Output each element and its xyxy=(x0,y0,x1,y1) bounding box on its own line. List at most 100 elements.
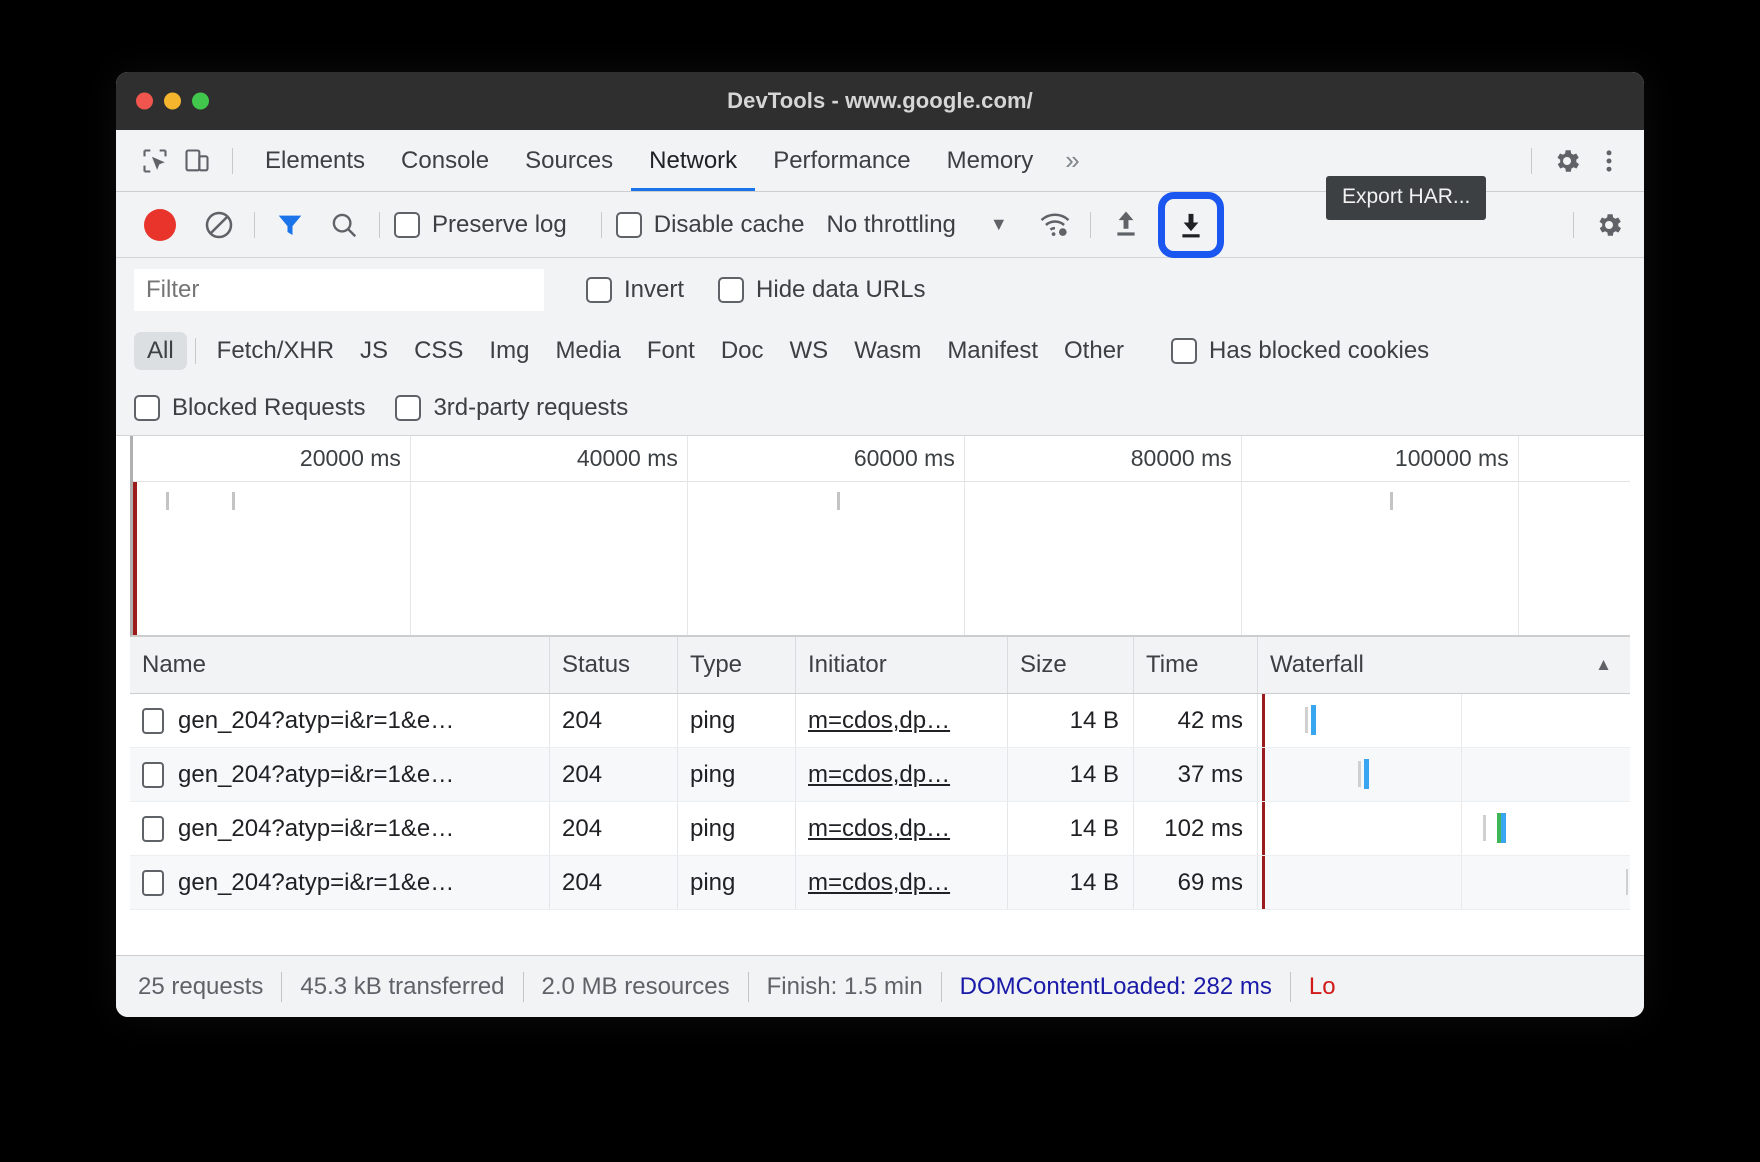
waterfall-stalled-bar xyxy=(1483,815,1487,841)
network-settings-gear-icon[interactable] xyxy=(1588,204,1630,246)
blocked-requests-checkbox[interactable]: Blocked Requests xyxy=(134,394,365,422)
clear-network-log-icon[interactable] xyxy=(198,204,240,246)
column-header-size[interactable]: Size xyxy=(1008,637,1134,693)
blocked-requests-checkbox-box[interactable] xyxy=(134,394,160,421)
column-header-initiator[interactable]: Initiator xyxy=(796,637,1008,693)
row-checkbox[interactable] xyxy=(142,869,164,896)
type-filter-all[interactable]: All xyxy=(134,332,187,370)
row-checkbox[interactable] xyxy=(142,707,164,734)
throttling-select-value[interactable]: No throttling xyxy=(826,211,955,239)
waterfall-gridline xyxy=(1460,802,1462,855)
overview-gridline xyxy=(963,436,965,635)
row-checkbox[interactable] xyxy=(142,815,164,842)
has-blocked-cookies-checkbox-box[interactable] xyxy=(1171,338,1198,364)
initiator-link[interactable]: m=cdos,dp… xyxy=(808,815,950,843)
cell-initiator[interactable]: m=cdos,dp… xyxy=(796,802,1008,855)
network-request-table: Name Status Type Initiator Size Time Wat… xyxy=(130,636,1630,955)
cell-name[interactable]: gen_204?atyp=i&r=1&e… xyxy=(130,856,550,909)
column-header-waterfall[interactable]: Waterfall ▲ xyxy=(1258,637,1630,693)
type-filter-font[interactable]: Font xyxy=(634,332,708,370)
overview-tick-label: 100000 ms xyxy=(1394,445,1509,471)
import-har-upload-icon[interactable] xyxy=(1105,204,1147,246)
tab-memory[interactable]: Memory xyxy=(929,130,1052,191)
cell-initiator[interactable]: m=cdos,dp… xyxy=(796,748,1008,801)
wifi-gear-icon[interactable] xyxy=(1034,204,1076,246)
status-load-time: Lo xyxy=(1308,972,1336,1000)
table-body[interactable]: gen_204?atyp=i&r=1&e… 204 ping m=cdos,dp… xyxy=(130,694,1630,955)
hide-data-urls-checkbox[interactable]: Hide data URLs xyxy=(718,276,925,304)
initiator-link[interactable]: m=cdos,dp… xyxy=(808,761,950,789)
preserve-log-checkbox-box[interactable] xyxy=(394,211,420,238)
tab-elements[interactable]: Elements xyxy=(247,130,383,191)
export-har-button[interactable] xyxy=(1157,191,1224,258)
column-header-time[interactable]: Time xyxy=(1134,637,1258,693)
table-row[interactable]: gen_204?atyp=i&r=1&e… 204 ping m=cdos,dp… xyxy=(130,802,1630,856)
maximize-window-button[interactable] xyxy=(192,92,209,110)
column-header-type[interactable]: Type xyxy=(678,637,796,693)
disable-cache-checkbox[interactable]: Disable cache xyxy=(615,211,804,239)
type-filter-ws[interactable]: WS xyxy=(777,332,842,370)
more-panels-chevron-icon[interactable]: » xyxy=(1051,145,1093,176)
type-filter-css[interactable]: CSS xyxy=(401,332,476,370)
type-filter-other[interactable]: Other xyxy=(1051,332,1137,370)
tab-performance[interactable]: Performance xyxy=(755,130,928,191)
export-har-download-icon[interactable] xyxy=(1176,209,1206,241)
invert-checkbox-box[interactable] xyxy=(586,277,612,303)
third-party-requests-checkbox-box[interactable] xyxy=(395,394,422,421)
cell-waterfall[interactable] xyxy=(1258,856,1630,909)
preserve-log-checkbox[interactable]: Preserve log xyxy=(394,211,567,239)
cell-name[interactable]: gen_204?atyp=i&r=1&e… xyxy=(130,694,550,747)
waterfall-dcl-line xyxy=(1261,856,1265,909)
cell-name[interactable]: gen_204?atyp=i&r=1&e… xyxy=(130,748,550,801)
waterfall-dcl-line xyxy=(1261,748,1265,801)
cell-waterfall[interactable] xyxy=(1258,802,1630,855)
overview-tick-label: 40000 ms xyxy=(576,445,678,471)
tab-sources[interactable]: Sources xyxy=(507,130,631,191)
type-filter-wasm[interactable]: Wasm xyxy=(841,332,934,370)
table-row[interactable]: gen_204?atyp=i&r=1&e… 204 ping m=cdos,dp… xyxy=(130,694,1630,748)
tab-network[interactable]: Network xyxy=(631,130,755,191)
has-blocked-cookies-checkbox[interactable]: Has blocked cookies xyxy=(1171,337,1429,365)
initiator-link[interactable]: m=cdos,dp… xyxy=(808,707,950,735)
cell-name[interactable]: gen_204?atyp=i&r=1&e… xyxy=(130,802,550,855)
inspect-element-icon[interactable] xyxy=(134,140,176,182)
tab-console[interactable]: Console xyxy=(383,130,507,191)
filter-funnel-icon[interactable] xyxy=(269,204,311,246)
cell-waterfall[interactable] xyxy=(1258,694,1630,747)
column-header-status[interactable]: Status xyxy=(550,637,678,693)
type-filter-media[interactable]: Media xyxy=(542,332,633,370)
network-status-bar: 25 requests 45.3 kB transferred 2.0 MB r… xyxy=(116,955,1644,1017)
hide-data-urls-checkbox-box[interactable] xyxy=(718,277,745,303)
third-party-requests-checkbox[interactable]: 3rd-party requests xyxy=(395,394,628,422)
initiator-link[interactable]: m=cdos,dp… xyxy=(808,869,950,897)
search-magnifier-icon[interactable] xyxy=(323,204,365,246)
disable-cache-checkbox-box[interactable] xyxy=(615,211,642,238)
type-filter-manifest[interactable]: Manifest xyxy=(934,332,1051,370)
minimize-window-button[interactable] xyxy=(164,92,181,110)
filter-input[interactable] xyxy=(134,269,544,311)
overview-gridline xyxy=(686,436,688,635)
row-checkbox[interactable] xyxy=(142,761,164,788)
column-header-name[interactable]: Name xyxy=(130,637,550,693)
table-row[interactable]: gen_204?atyp=i&r=1&e… 204 ping m=cdos,dp… xyxy=(130,748,1630,802)
close-window-button[interactable] xyxy=(136,92,153,110)
cell-waterfall[interactable] xyxy=(1258,748,1630,801)
network-overview-timeline[interactable]: 20000 ms 40000 ms 60000 ms 80000 ms 1000… xyxy=(130,436,1630,636)
chevron-down-icon[interactable]: ▼ xyxy=(990,214,1008,235)
table-row[interactable]: gen_204?atyp=i&r=1&e… 204 ping m=cdos,dp… xyxy=(130,856,1630,910)
cell-initiator[interactable]: m=cdos,dp… xyxy=(796,856,1008,909)
type-filter-img[interactable]: Img xyxy=(476,332,542,370)
kebab-menu-icon[interactable] xyxy=(1588,140,1630,182)
request-name: gen_204?atyp=i&r=1&e… xyxy=(178,814,455,842)
record-stop-icon[interactable] xyxy=(144,208,176,241)
invert-checkbox[interactable]: Invert xyxy=(586,276,684,304)
device-toolbar-icon[interactable] xyxy=(176,140,218,182)
gear-icon[interactable] xyxy=(1546,140,1588,182)
blocked-requests-label: Blocked Requests xyxy=(172,393,366,421)
sort-ascending-arrow-icon[interactable]: ▲ xyxy=(1595,655,1612,675)
type-filter-js[interactable]: JS xyxy=(347,332,401,370)
type-filter-doc[interactable]: Doc xyxy=(708,332,777,370)
type-filter-fetch-xhr[interactable]: Fetch/XHR xyxy=(204,332,347,370)
cell-initiator[interactable]: m=cdos,dp… xyxy=(796,694,1008,747)
cell-type: ping xyxy=(678,694,796,747)
